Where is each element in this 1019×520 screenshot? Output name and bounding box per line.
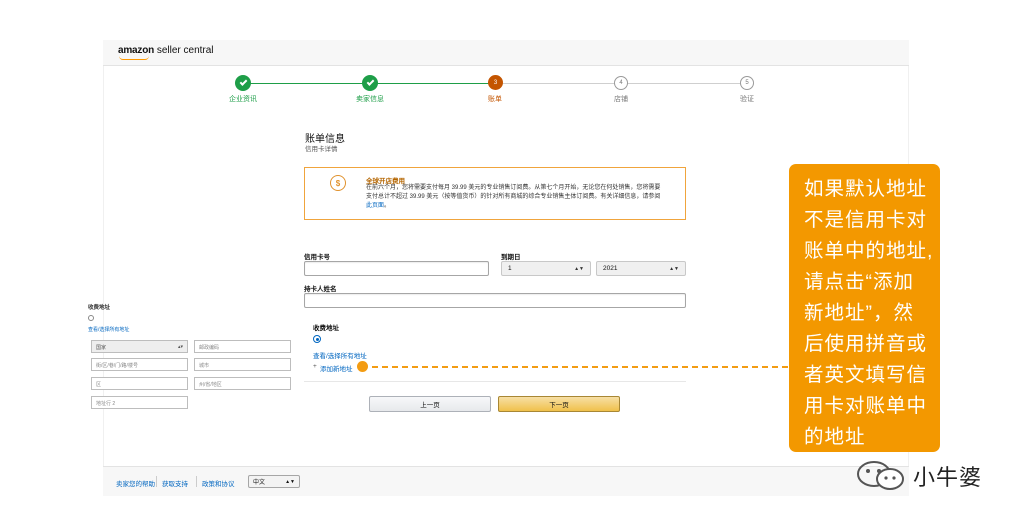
step-1-label: 企业资讯 [229,96,257,103]
ghost-district-input[interactable]: 区 [91,377,188,390]
callout-line: 不是信用卡对 [804,209,928,231]
dollar-icon: $ [330,175,346,191]
header-bar [103,40,909,66]
updown-arrow-icon: ▲▼ [574,265,584,272]
ghost-city-input[interactable]: 城市 [194,358,291,371]
billing-address-label: 收费地址 [313,325,339,332]
footer-link-support[interactable]: 获取支持 [162,478,188,488]
updown-arrow-icon: ▴▾ [177,344,183,350]
next-page-button[interactable]: 下一页 [498,396,620,412]
language-value: 中文 [253,480,266,486]
progress-line-1 [243,83,370,84]
callout-line: 如果默认地址 [804,178,928,200]
step-5-label: 验证 [740,96,754,103]
notice-tail: 。 [384,203,391,209]
callout-line: 新地址”，然 [804,302,914,324]
wechat-icon [857,461,904,490]
progress-line-2 [370,83,496,84]
footer-separator [156,476,157,487]
ghost-radio[interactable] [88,315,94,321]
cardholder-label: 持卡人姓名 [304,286,337,293]
watermark-text: 小牛婆 [913,465,983,490]
previous-page-button[interactable]: 上一页 [369,396,491,412]
form-divider [304,381,686,382]
ghost-country-select[interactable]: 国家 ▴▾ [91,340,188,353]
add-new-address-link[interactable]: 添加新地址 [320,363,353,373]
step-5-icon: 5 [740,76,754,90]
expiry-year-value: 2021 [603,265,618,272]
ghost-line2-input[interactable]: 地址行 2 [91,396,188,409]
ghost-country-value: 国家 [96,345,107,351]
card-number-input[interactable] [304,261,489,276]
step-4-label: 店铺 [614,96,628,103]
notice-body: 在前六个月，您将需要支付每月 39.99 美元的专业销售订阅费。从第七个月开始，… [366,185,661,200]
callout-line: 账单中的地址, [804,240,934,262]
step-3-icon: 3 [488,75,503,90]
footer-link-help[interactable]: 卖家您的帮助 [116,478,155,488]
language-select[interactable]: 中文 ▲▼ [248,475,300,488]
ghost-address-input[interactable]: 街/区/巷/门/路/楼号 [91,358,188,371]
step-2-icon [362,75,378,91]
progress-line-4 [622,83,748,84]
callout-line: 的地址 [804,426,866,448]
expiry-month-value: 1 [508,265,512,272]
add-prefix: + [313,363,317,370]
ghost-view-addresses-link[interactable]: 查看/选择所有地址 [88,326,129,333]
callout-line: 用卡对账单中 [804,395,928,417]
ghost-state-input[interactable]: 州/省/地区 [194,377,291,390]
ghost-postal-input[interactable]: 邮政编码 [194,340,291,353]
logo-smile-icon [119,56,149,60]
callout-line: 后使用拼音或 [804,333,928,355]
logo-suffix: seller central [156,45,214,56]
cardholder-input[interactable] [304,293,686,308]
checkmark-icon [366,78,374,86]
view-all-addresses-link[interactable]: 查看/选择所有地址 [313,350,367,360]
billing-address-radio[interactable] [313,335,321,343]
amazon-logo[interactable]: amazon seller central [118,45,214,60]
callout-line: 者英文填写信 [804,364,928,386]
callout-line: 请点击“添加 [804,271,914,293]
footer-separator [196,476,197,487]
step-1-icon [235,75,251,91]
annotation-marker-icon [357,361,368,372]
annotation-callout: 如果默认地址 不是信用卡对 账单中的地址, 请点击“添加 新地址”，然 后使用拼… [789,164,940,452]
card-number-label: 信用卡号 [304,254,330,261]
expiry-month-select[interactable]: 1 ▲▼ [501,261,591,276]
expiry-label: 到期日 [501,254,521,261]
step-3-label: 账单 [488,96,502,103]
notice-text: 在前六个月，您将需要支付每月 39.99 美元的专业销售订阅费。从第七个月开始，… [366,184,666,211]
step-4-icon: 4 [614,76,628,90]
annotation-dashed-line [372,366,788,368]
updown-arrow-icon: ▲▼ [285,478,295,485]
ghost-billing-title: 收费地址 [88,305,111,311]
notice-link[interactable]: 此页面 [366,203,384,209]
section-subtitle: 信用卡详情 [305,146,338,153]
footer-link-policies[interactable]: 政策和协议 [202,478,235,488]
updown-arrow-icon: ▲▼ [669,265,679,272]
step-2-label: 卖家信息 [356,96,384,103]
expiry-year-select[interactable]: 2021 ▲▼ [596,261,686,276]
logo-brand: amazon [118,45,155,56]
checkmark-icon [239,78,247,86]
progress-line-3 [496,83,622,84]
watermark: 小牛婆 [855,459,982,493]
